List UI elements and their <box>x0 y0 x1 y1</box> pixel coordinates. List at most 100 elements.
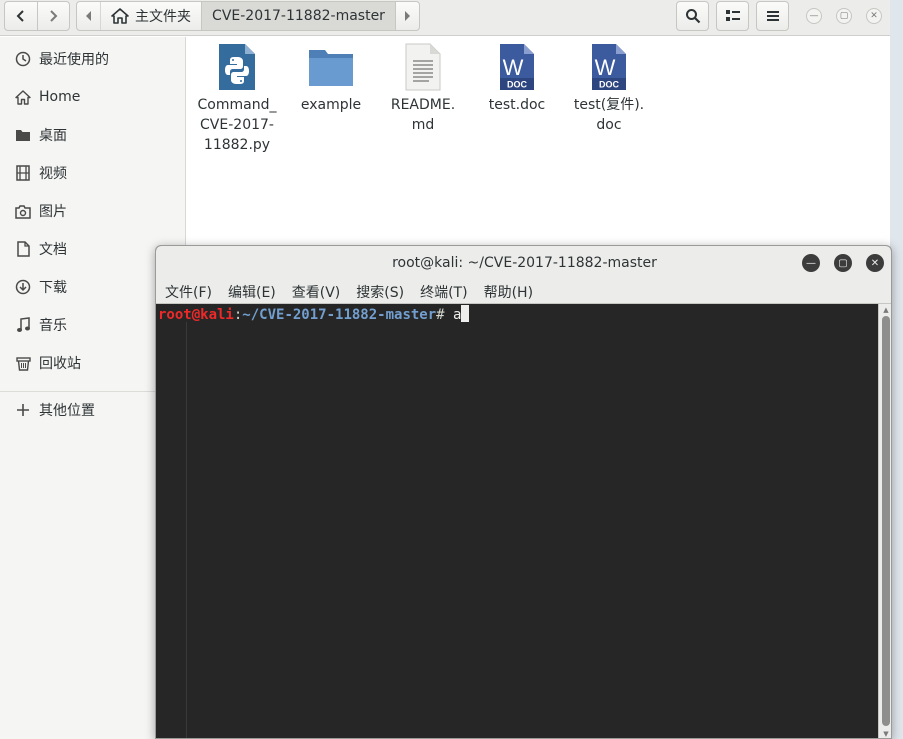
terminal-maximize-button[interactable]: ▢ <box>834 254 852 272</box>
menu-help[interactable]: 帮助(H) <box>484 282 533 302</box>
document-icon <box>14 240 32 258</box>
text-file-icon <box>399 43 447 91</box>
sidebar-item-label: 回收站 <box>39 356 81 372</box>
sidebar-item-label: 最近使用的 <box>39 52 109 68</box>
file-item-word[interactable]: W DOC test.doc <box>469 43 565 115</box>
menu-view[interactable]: 查看(V) <box>292 282 341 302</box>
list-view-icon <box>725 10 740 21</box>
word-file-icon: W DOC <box>585 43 633 91</box>
menu-edit[interactable]: 编辑(E) <box>228 282 276 302</box>
path-scroll-right-button[interactable] <box>396 2 419 30</box>
sidebar-item-recent[interactable]: 最近使用的 <box>0 42 186 76</box>
word-letter: W <box>595 55 616 80</box>
terminal-output[interactable]: root@kali:~/CVE-2017-11882-master# a <box>156 304 878 738</box>
close-button[interactable]: ✕ <box>866 8 882 24</box>
file-item-word-copy[interactable]: W DOC test(复件). doc <box>561 43 657 135</box>
doc-badge: DOC <box>507 80 528 90</box>
view-toggle-button[interactable] <box>716 1 749 31</box>
maximize-icon: ▢ <box>838 257 848 269</box>
sidebar-item-desktop[interactable]: 桌面 <box>0 118 186 152</box>
triangle-right-icon <box>405 11 411 21</box>
path-crumb-current[interactable]: CVE-2017-11882-master <box>201 2 396 30</box>
sidebar-item-videos[interactable]: 视频 <box>0 156 186 190</box>
path-bar: 主文件夹 CVE-2017-11882-master <box>76 1 420 31</box>
home-icon <box>14 88 32 106</box>
file-manager-header: 主文件夹 CVE-2017-11882-master — ▢ ✕ <box>0 0 890 36</box>
file-item-folder[interactable]: example <box>283 43 379 115</box>
terminal-titlebar[interactable]: root@kali: ~/CVE-2017-11882-master — ▢ ✕ <box>156 246 891 280</box>
search-button[interactable] <box>676 1 709 31</box>
chevron-right-icon <box>50 10 58 22</box>
terminal-close-button[interactable]: ✕ <box>866 254 884 272</box>
search-icon <box>685 9 700 24</box>
file-item-python[interactable]: Command_ CVE-2017- 11882.py <box>189 43 285 155</box>
sidebar-item-label: Home <box>39 89 81 105</box>
terminal-input: a <box>453 307 462 323</box>
triangle-left-icon <box>85 11 91 21</box>
terminal-cursor <box>461 305 470 322</box>
terminal-menubar: 文件(F) 编辑(E) 查看(V) 搜索(S) 终端(T) 帮助(H) <box>156 280 891 304</box>
sidebar-item-label: 文档 <box>39 242 67 258</box>
maximize-button[interactable]: ▢ <box>836 8 852 24</box>
terminal-title: root@kali: ~/CVE-2017-11882-master <box>392 255 657 271</box>
scroll-up-icon: ▲ <box>883 306 889 314</box>
minimize-icon: — <box>809 11 819 21</box>
maximize-icon: ▢ <box>839 11 849 21</box>
minimize-icon: — <box>806 257 816 269</box>
file-name: README. md <box>390 97 456 133</box>
home-icon <box>111 8 129 24</box>
folder-icon <box>14 126 32 144</box>
path-crumb-current-label: CVE-2017-11882-master <box>212 8 385 24</box>
path-scroll-left-button[interactable] <box>77 2 100 30</box>
scrollbar-thumb[interactable] <box>882 316 890 726</box>
sidebar-item-home[interactable]: Home <box>0 80 186 114</box>
file-item-text[interactable]: README. md <box>375 43 471 135</box>
folder-icon <box>307 43 355 91</box>
history-nav <box>4 1 70 31</box>
terminal-gutter-line <box>186 322 187 738</box>
trash-icon <box>14 354 32 372</box>
sidebar-item-label: 图片 <box>39 204 67 220</box>
close-icon: ✕ <box>870 257 880 269</box>
sidebar-item-label: 音乐 <box>39 318 67 334</box>
doc-badge: DOC <box>599 80 620 90</box>
menu-button[interactable] <box>756 1 789 31</box>
music-icon <box>14 316 32 334</box>
minimize-button[interactable]: — <box>806 8 822 24</box>
word-letter: W <box>503 55 524 80</box>
menu-file[interactable]: 文件(F) <box>165 282 212 302</box>
close-icon: ✕ <box>870 11 878 21</box>
terminal-prompt-line: root@kali:~/CVE-2017-11882-master# a <box>158 305 470 324</box>
python-file-icon <box>213 43 261 91</box>
sidebar-item-pictures[interactable]: 图片 <box>0 194 186 228</box>
word-file-icon: W DOC <box>493 43 541 91</box>
file-name: Command_ CVE-2017- 11882.py <box>197 97 277 153</box>
download-icon <box>14 278 32 296</box>
file-name: test(复件). doc <box>573 97 645 133</box>
hamburger-icon <box>766 11 779 21</box>
path-crumb-home[interactable]: 主文件夹 <box>100 2 201 30</box>
terminal-window[interactable]: root@kali: ~/CVE-2017-11882-master — ▢ ✕… <box>155 245 892 739</box>
path-crumb-home-label: 主文件夹 <box>135 9 192 25</box>
camera-icon <box>14 202 32 220</box>
file-name: example <box>300 97 362 113</box>
sidebar-item-label: 下载 <box>39 280 67 296</box>
film-icon <box>14 164 32 182</box>
clock-icon <box>14 50 32 68</box>
plus-icon <box>14 401 32 419</box>
forward-button[interactable] <box>36 2 70 30</box>
sidebar-item-label: 桌面 <box>39 128 67 144</box>
chevron-left-icon <box>16 10 24 22</box>
prompt-hash: # <box>436 307 445 323</box>
terminal-minimize-button[interactable]: — <box>802 254 820 272</box>
back-button[interactable] <box>5 2 37 30</box>
scroll-down-icon: ▼ <box>883 730 889 738</box>
prompt-user: root@kali <box>158 307 234 323</box>
sidebar-item-label: 其他位置 <box>39 403 95 419</box>
sidebar-item-label: 视频 <box>39 166 67 182</box>
file-name: test.doc <box>488 97 546 113</box>
menu-terminal[interactable]: 终端(T) <box>420 282 467 302</box>
terminal-scrollbar[interactable]: ▲ ▼ <box>878 304 891 738</box>
menu-search[interactable]: 搜索(S) <box>356 282 404 302</box>
prompt-path: ~/CVE-2017-11882-master <box>242 307 437 323</box>
